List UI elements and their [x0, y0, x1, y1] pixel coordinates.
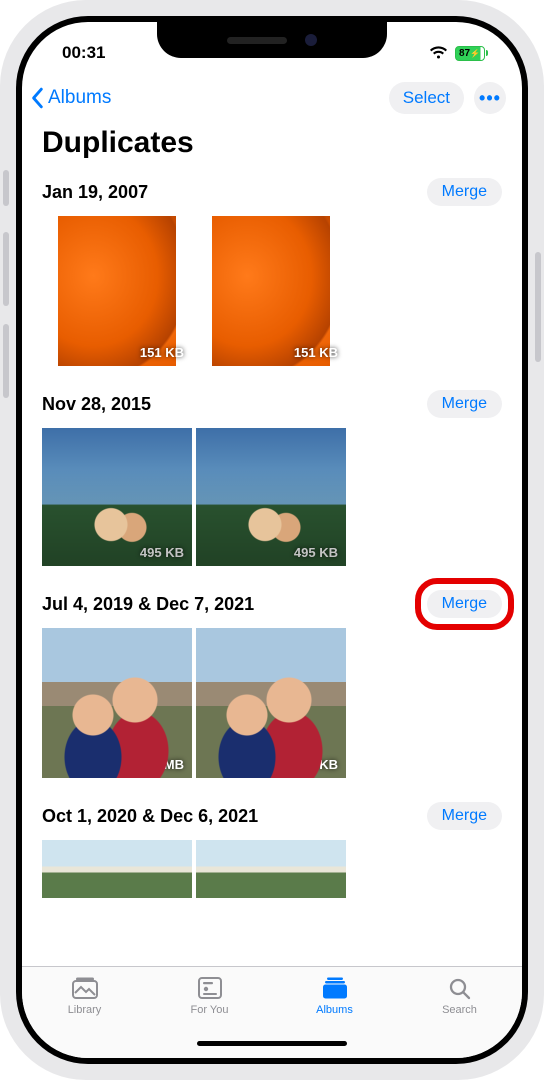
photo-thumbnail[interactable]	[42, 840, 192, 898]
thumbnail-size: 151 KB	[140, 345, 184, 360]
merge-button[interactable]: Merge	[427, 390, 502, 418]
photo-thumbnail[interactable]: 151 KB	[196, 216, 346, 366]
tab-label: Search	[442, 1004, 477, 1016]
back-button[interactable]: Albums	[30, 87, 111, 109]
wifi-icon	[429, 46, 448, 60]
duplicate-group: Oct 1, 2020 & Dec 6, 2021 Merge	[22, 802, 522, 914]
battery-charge-icon: ⚡	[470, 49, 480, 58]
earpiece-speaker	[227, 37, 287, 44]
thumbnail-row: 495 KB 495 KB	[42, 428, 502, 566]
notch	[157, 22, 387, 58]
power-button	[535, 252, 541, 362]
thumbnail-row: 151 KB 151 KB	[42, 216, 502, 366]
volume-up-button	[3, 232, 9, 306]
group-header: Jul 4, 2019 & Dec 7, 2021 Merge	[42, 590, 502, 618]
duplicates-list[interactable]: Jan 19, 2007 Merge 151 KB 151 KB Nov 28, 201…	[22, 170, 522, 966]
chevron-left-icon	[30, 87, 46, 109]
for-you-icon	[195, 975, 225, 1001]
merge-button[interactable]: Merge	[427, 178, 502, 206]
nav-bar: Albums Select •••	[22, 74, 522, 122]
merge-button[interactable]: Merge	[427, 590, 502, 618]
group-date: Nov 28, 2015	[42, 394, 151, 415]
group-date: Jul 4, 2019 & Dec 7, 2021	[42, 594, 254, 615]
battery-percent: 87	[459, 48, 470, 59]
thumbnail-size: 76 KB	[301, 757, 338, 772]
home-indicator[interactable]	[197, 1041, 347, 1046]
group-header: Jan 19, 2007 Merge	[42, 178, 502, 206]
group-header: Nov 28, 2015 Merge	[42, 390, 502, 418]
tab-label: For You	[191, 1004, 229, 1016]
search-icon	[445, 975, 475, 1001]
ellipsis-icon: •••	[479, 88, 501, 109]
photo-thumbnail[interactable]: 2.3 MB	[42, 628, 192, 778]
library-icon	[70, 975, 100, 1001]
thumbnail-size: 495 KB	[294, 545, 338, 560]
mute-switch	[3, 170, 9, 206]
photo-thumbnail[interactable]: 495 KB	[42, 428, 192, 566]
front-camera	[305, 34, 317, 46]
group-header: Oct 1, 2020 & Dec 6, 2021 Merge	[42, 802, 502, 830]
device-bezel: 00:31 87⚡ Albums Sel	[16, 16, 528, 1064]
photo-thumbnail[interactable]	[196, 840, 346, 898]
duplicate-group: Nov 28, 2015 Merge 495 KB 495 KB	[22, 390, 522, 582]
albums-icon	[320, 975, 350, 1001]
tab-for-you[interactable]: For You	[147, 975, 272, 1016]
thumbnail-size: 151 KB	[294, 345, 338, 360]
group-date: Jan 19, 2007	[42, 182, 148, 203]
tab-albums[interactable]: Albums	[272, 975, 397, 1016]
tab-library[interactable]: Library	[22, 975, 147, 1016]
tab-label: Albums	[316, 1004, 353, 1016]
photo-thumbnail[interactable]: 76 KB	[196, 628, 346, 778]
device-frame: 00:31 87⚡ Albums Sel	[0, 0, 544, 1080]
merge-button[interactable]: Merge	[427, 802, 502, 830]
photo-thumbnail[interactable]: 495 KB	[196, 428, 346, 566]
thumbnail-size: 2.3 MB	[142, 757, 184, 772]
thumbnail-row	[42, 840, 502, 898]
select-button[interactable]: Select	[389, 82, 464, 114]
group-date: Oct 1, 2020 & Dec 6, 2021	[42, 806, 258, 827]
more-button[interactable]: •••	[474, 82, 506, 114]
duplicate-group: Jul 4, 2019 & Dec 7, 2021 Merge 2.3 MB 76 K…	[22, 590, 522, 794]
tab-search[interactable]: Search	[397, 975, 522, 1016]
page-title: Duplicates	[22, 122, 522, 170]
back-label: Albums	[48, 87, 111, 109]
thumbnail-row: 2.3 MB 76 KB	[42, 628, 502, 778]
tab-bar: Library For You Albums Search	[22, 966, 522, 1058]
tab-label: Library	[68, 1004, 102, 1016]
photo-thumbnail[interactable]: 151 KB	[42, 216, 192, 366]
status-right: 87⚡	[429, 46, 489, 61]
screen: 00:31 87⚡ Albums Sel	[22, 22, 522, 1058]
status-time: 00:31	[62, 43, 105, 63]
volume-down-button	[3, 324, 9, 398]
duplicate-group: Jan 19, 2007 Merge 151 KB 151 KB	[22, 178, 522, 382]
battery-icon: 87⚡	[455, 46, 489, 61]
select-label: Select	[403, 88, 450, 107]
thumbnail-size: 495 KB	[140, 545, 184, 560]
